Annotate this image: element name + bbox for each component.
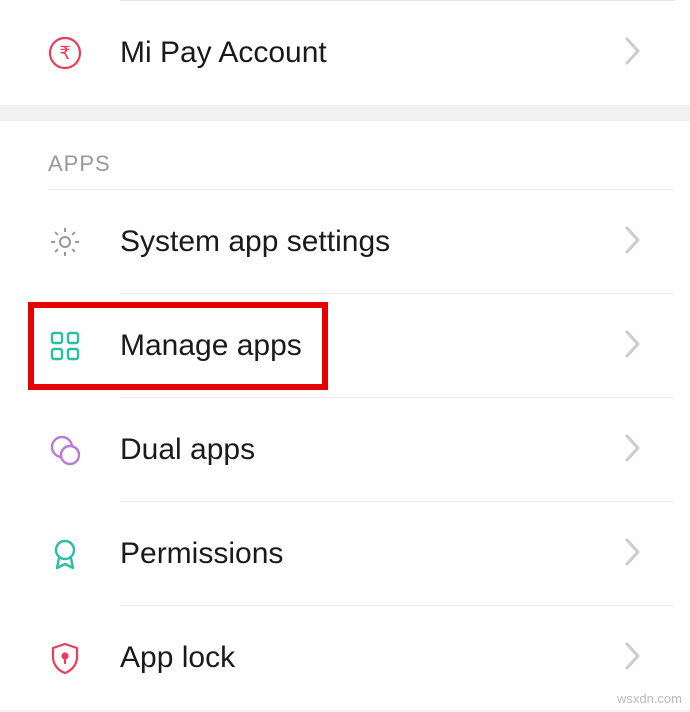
grid-apps-icon — [48, 329, 82, 363]
row-label: Manage apps — [120, 329, 624, 363]
chevron-right-icon — [624, 36, 642, 71]
apps-section: APPS System app settings — [0, 121, 690, 710]
chevron-right-icon — [624, 641, 642, 676]
row-label: App lock — [120, 641, 624, 675]
badge-icon — [48, 537, 82, 571]
dual-circle-icon — [48, 433, 82, 467]
row-system-app-settings[interactable]: System app settings — [0, 190, 690, 294]
row-manage-apps[interactable]: Manage apps — [0, 294, 690, 398]
chevron-right-icon — [624, 329, 642, 364]
shield-lock-icon — [48, 641, 82, 675]
gear-icon — [48, 225, 82, 259]
row-label: Permissions — [120, 537, 624, 571]
row-mi-pay-account[interactable]: ₹ Mi Pay Account — [0, 1, 690, 105]
watermark: wsxdn.com — [617, 691, 682, 706]
top-section: ₹ Mi Pay Account — [0, 0, 690, 105]
row-app-lock[interactable]: App lock — [0, 606, 690, 710]
row-permissions[interactable]: Permissions — [0, 502, 690, 606]
svg-text:₹: ₹ — [59, 43, 70, 63]
row-label: System app settings — [120, 225, 624, 259]
section-header-apps: APPS — [0, 121, 690, 189]
row-label: Mi Pay Account — [120, 36, 624, 70]
rupee-circle-icon: ₹ — [48, 36, 82, 70]
chevron-right-icon — [624, 433, 642, 468]
section-gap — [0, 105, 690, 121]
row-label: Dual apps — [120, 433, 624, 467]
chevron-right-icon — [624, 537, 642, 572]
chevron-right-icon — [624, 225, 642, 260]
row-dual-apps[interactable]: Dual apps — [0, 398, 690, 502]
